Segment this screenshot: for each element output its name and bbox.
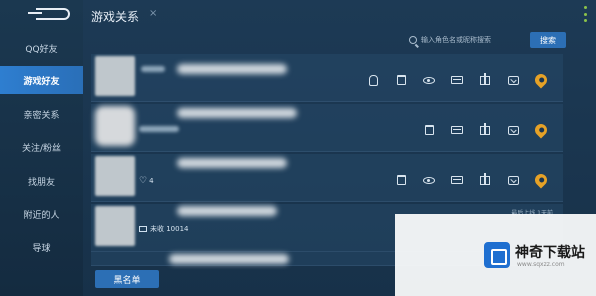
tv-icon[interactable] [499,122,527,138]
back-logo-icon[interactable] [28,8,70,20]
page-title: 游戏关系 [91,10,140,24]
sidebar-item-game-friends[interactable]: 游戏好友 [0,66,83,94]
trash-icon[interactable] [387,72,415,88]
sidebar-item-follow-fans[interactable]: 关注/粉丝 [0,133,83,161]
friend-name-redacted [177,206,277,216]
friend-name-redacted [177,158,287,168]
trash-icon[interactable] [415,122,443,138]
avatar [95,156,135,196]
blacklist-button[interactable]: 黑名单 [95,270,159,288]
sidebar-item-nearby[interactable]: 附近的人 [0,200,83,228]
eye-icon[interactable] [415,72,443,88]
card-icon[interactable] [443,72,471,88]
sidebar-item-label: QQ好友 [25,44,58,55]
gift-icon[interactable] [471,172,499,188]
location-pin-icon[interactable] [527,71,555,89]
computer-icon [139,226,147,232]
avatar [95,56,135,96]
card-icon[interactable] [443,172,471,188]
sidebar: QQ好友 游戏好友 亲密关系 关注/粉丝 找朋友 附近的人 导球 [0,0,83,296]
sidebar-item-label: 关注/粉丝 [21,143,62,154]
search-icon [409,36,417,44]
gamepad-icon[interactable] [359,72,387,88]
status-text: 4 [149,177,154,185]
table-row[interactable]: ♡ 4 [91,154,563,202]
row-actions [415,121,555,139]
location-pin-icon[interactable] [527,121,555,139]
friend-name-redacted [177,64,287,74]
table-row[interactable] [91,104,563,152]
sidebar-item-label: 导球 [32,243,51,254]
status-line: 未收 10014 [139,224,189,234]
watermark-overlay: 神奇下载站 www.sqxzz.com [395,214,596,296]
avatar [95,106,135,146]
table-row[interactable] [91,54,563,102]
signature-redacted [139,126,179,132]
sidebar-item-find-friends[interactable]: 找朋友 [0,167,83,195]
close-icon[interactable]: × [149,8,157,19]
sidebar-item-label: 找朋友 [27,177,55,188]
watermark-url: www.sqxzz.com [517,261,565,268]
sidebar-item-label: 亲密关系 [23,110,60,121]
gift-icon[interactable] [471,72,499,88]
avatar [95,206,135,246]
sidebar-item-intimate[interactable]: 亲密关系 [0,100,83,128]
heart-icon: ♡ [139,176,148,186]
friend-name-redacted [169,254,289,264]
row-actions [359,71,555,89]
search-input[interactable] [421,34,521,46]
sidebar-item-ball[interactable]: 导球 [0,233,83,261]
row-actions [387,171,555,189]
search-bar [409,33,527,47]
more-icon[interactable] [582,6,588,22]
site-logo-icon [484,242,510,268]
gift-icon[interactable] [471,122,499,138]
search-button[interactable]: 搜索 [530,32,566,48]
status-text: 未收 10014 [150,225,189,233]
eye-icon[interactable] [415,172,443,188]
watermark-title: 神奇下载站 [515,245,585,261]
friend-name-redacted [177,108,297,118]
location-pin-icon[interactable] [527,171,555,189]
tv-icon[interactable] [499,72,527,88]
trash-icon[interactable] [387,172,415,188]
status-line: ♡ 4 [139,176,154,186]
sidebar-item-label: 游戏好友 [23,76,60,87]
sidebar-item-label: 附近的人 [23,210,60,221]
tv-icon[interactable] [499,172,527,188]
card-icon[interactable] [443,122,471,138]
level-redacted [141,66,165,72]
sidebar-item-qq-friends[interactable]: QQ好友 [0,34,83,62]
